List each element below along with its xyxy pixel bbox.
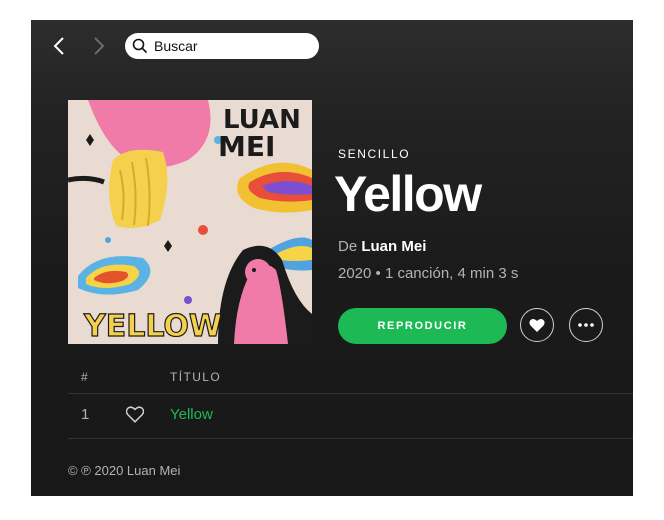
heart-filled-icon — [529, 318, 545, 332]
track-number: 1 — [81, 406, 90, 423]
more-icon — [578, 323, 594, 327]
release-type-label: SENCILLO — [338, 147, 411, 161]
album-artwork-image: LUAN MEI YELLOW — [68, 100, 312, 344]
chevron-left-icon — [53, 37, 64, 55]
album-cover[interactable]: LUAN MEI YELLOW — [68, 100, 312, 344]
chevron-right-icon — [94, 37, 105, 55]
play-button[interactable]: REPRODUCIR — [338, 308, 507, 344]
search-box[interactable] — [125, 33, 319, 59]
album-title: Yellow — [334, 166, 482, 222]
column-header-title: TÍTULO — [170, 370, 222, 384]
more-options-button[interactable] — [569, 308, 603, 342]
search-input[interactable] — [154, 38, 304, 54]
column-header-number: # — [81, 370, 90, 384]
track-row[interactable]: 1 Yellow — [31, 394, 633, 438]
album-meta: 2020 • 1 canción, 4 min 3 s — [338, 265, 519, 282]
byline: De Luan Mei — [338, 238, 426, 255]
artist-link[interactable]: Luan Mei — [361, 238, 426, 255]
row-divider — [68, 438, 633, 439]
forward-button[interactable] — [87, 34, 109, 58]
back-button[interactable] — [49, 34, 71, 58]
app-window: LUAN MEI YELLOW SENCILLO Yellow De Luan … — [31, 20, 633, 496]
by-prefix: De — [338, 238, 358, 255]
copyright-text: © ℗ 2020 Luan Mei — [68, 463, 181, 478]
save-to-library-button[interactable] — [520, 308, 554, 342]
track-title[interactable]: Yellow — [170, 406, 213, 423]
cover-text-bottom: YELLOW — [83, 309, 222, 344]
search-icon — [132, 38, 148, 54]
svg-text:MEI: MEI — [218, 130, 275, 163]
heart-outline-icon[interactable] — [125, 406, 145, 424]
